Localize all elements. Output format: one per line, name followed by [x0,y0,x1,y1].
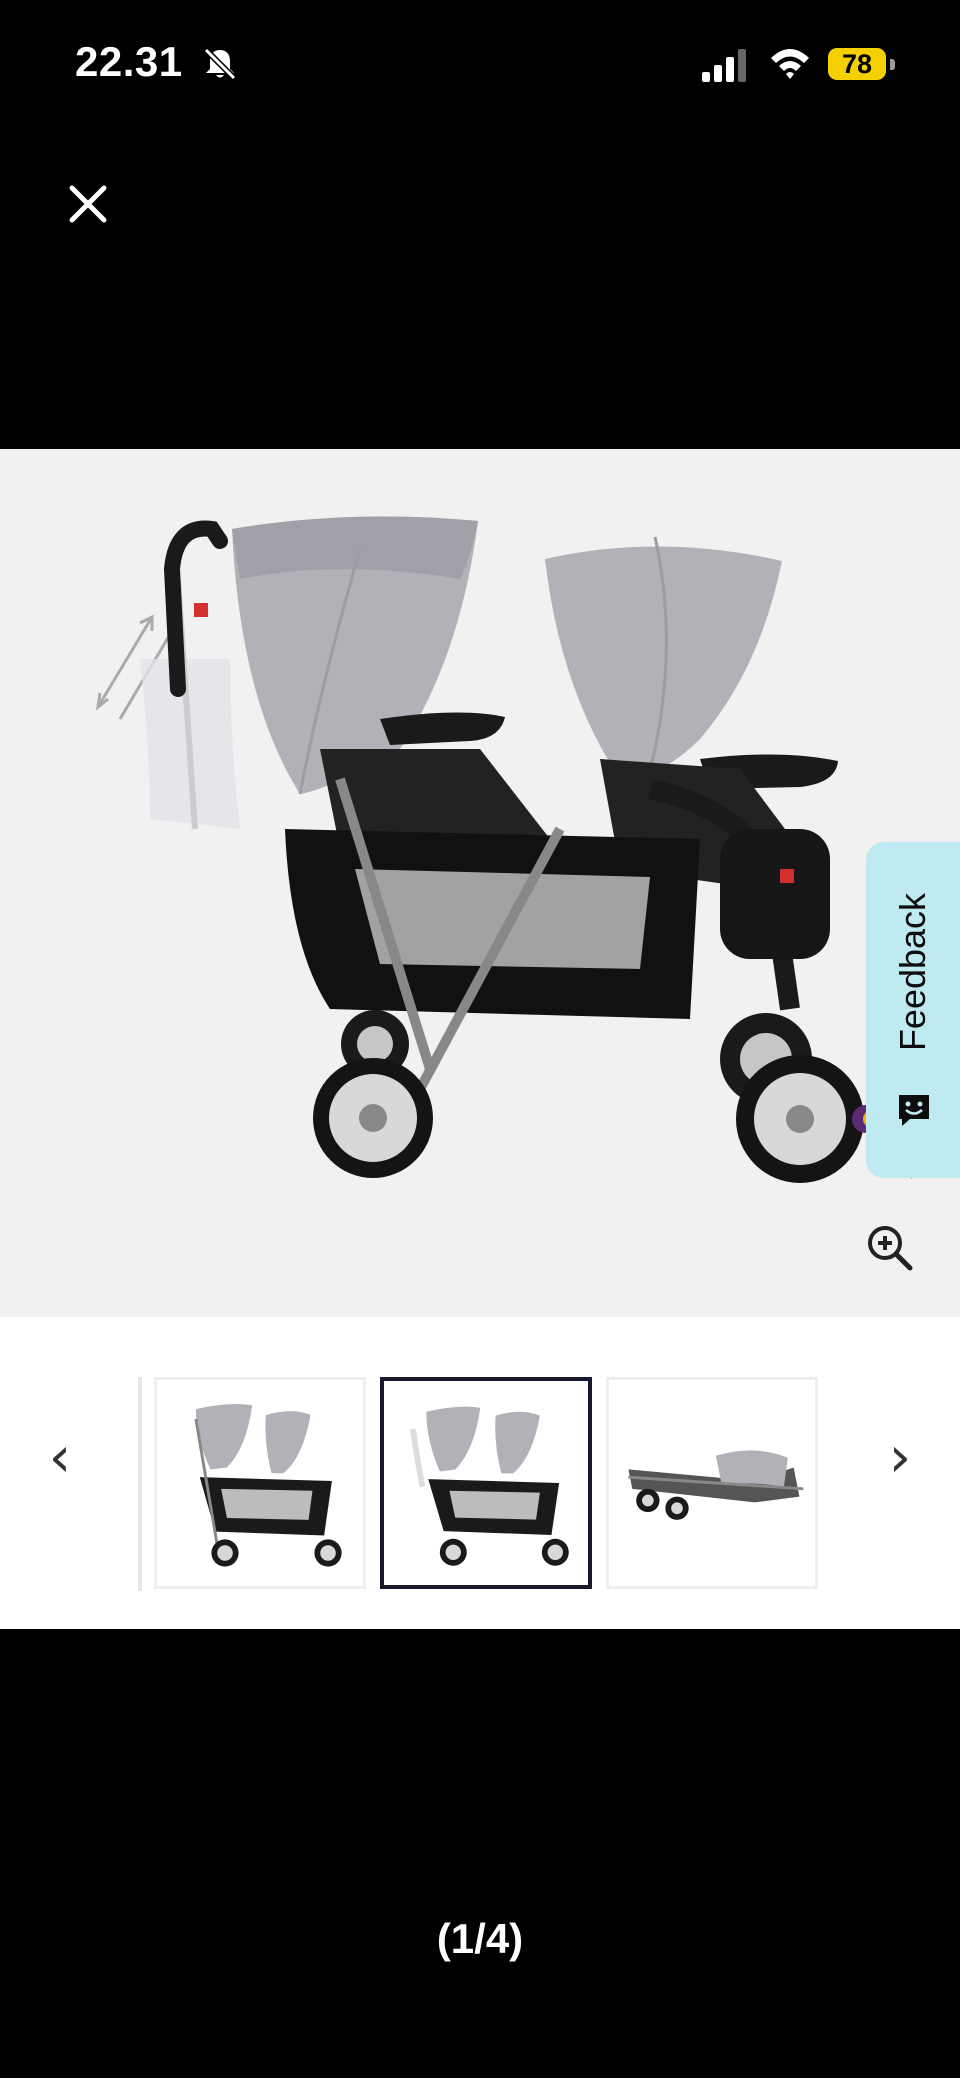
thumbnail-strip: ‹ › [0,1317,960,1629]
product-image-double-stroller [95,516,864,1183]
thumbnail-partial [138,1377,142,1591]
cellular-signal-icon [702,49,746,82]
battery-tip [890,59,895,70]
rear-wheel [720,1013,864,1183]
feedback-button[interactable]: Feedback [866,842,960,1178]
bell-slash-icon [203,47,237,81]
thumbnail-stroller-image [194,1403,342,1567]
status-time: 22.31 [75,38,183,85]
thumbnail-1[interactable] [154,1377,366,1589]
battery-icon: 78 [828,48,898,82]
thumbnail-folded-stroller-image [628,1450,804,1520]
thumbnail-2-active[interactable] [380,1377,592,1589]
thumbnail-stroller-image [410,1406,569,1566]
image-counter: (1/4) [436,1915,524,1962]
status-bar: 22.31 78 [0,0,960,130]
chevron-left-icon[interactable]: ‹ [30,1417,90,1497]
chevron-right-icon[interactable]: › [870,1417,930,1497]
product-image-viewer[interactable] [0,449,960,1317]
feedback-label: Feedback [892,892,933,1052]
zoom-in-icon[interactable] [864,1222,916,1274]
close-icon[interactable] [64,180,112,228]
thumbnail-3[interactable] [606,1377,818,1589]
smiley-chat-icon [899,1095,929,1126]
battery-level: 78 [828,48,886,80]
wifi-icon [771,49,809,79]
